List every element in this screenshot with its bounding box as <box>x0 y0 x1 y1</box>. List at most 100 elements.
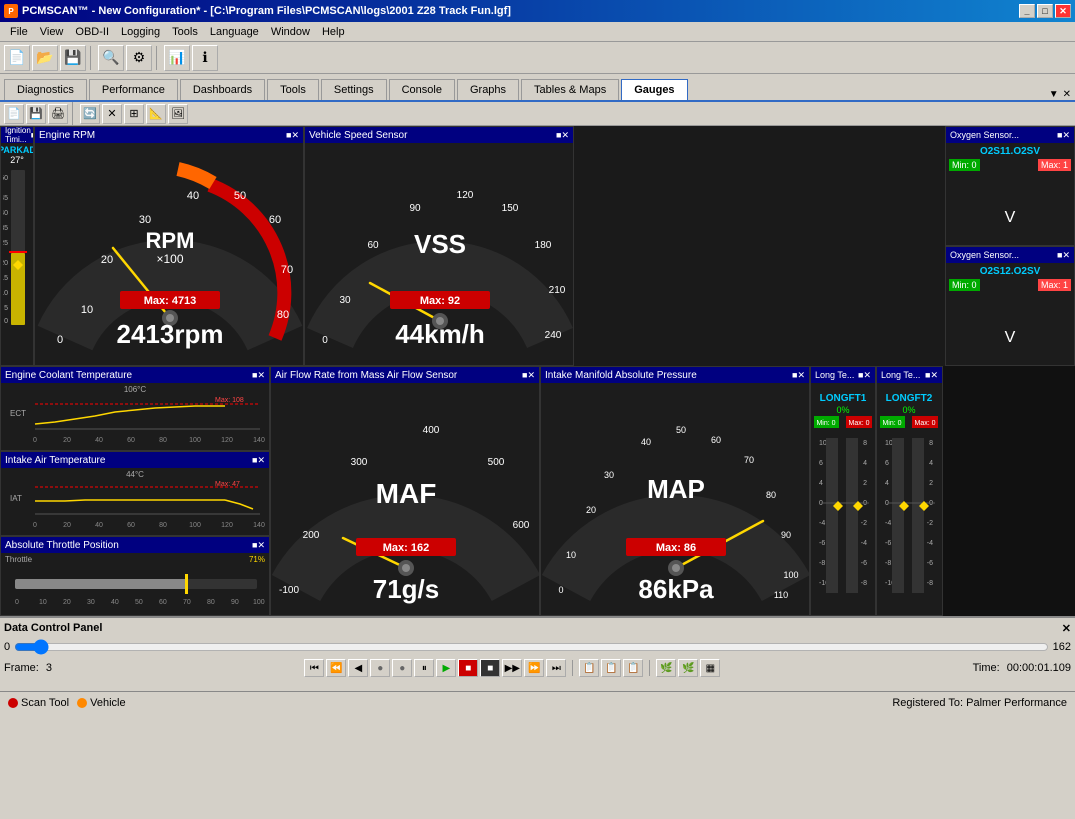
svg-text:110: 110 <box>774 590 788 600</box>
dcp-frame-label: Frame: <box>4 662 39 674</box>
btn-copy2[interactable]: 📋 <box>601 659 621 677</box>
titlebar-buttons: _ □ ✕ <box>1019 4 1071 18</box>
oxy2-max: Max: 1 <box>1038 279 1071 291</box>
menu-language[interactable]: Language <box>204 24 265 40</box>
tab-gauges[interactable]: Gauges <box>621 79 687 100</box>
btn-ffwd[interactable]: ⏩ <box>524 659 544 677</box>
sub-btn2[interactable]: 💾 <box>26 104 46 124</box>
oxy1-close[interactable]: ■✕ <box>1057 130 1070 141</box>
rpm-title: Engine RPM <box>39 130 95 141</box>
tab-settings[interactable]: Settings <box>321 79 387 100</box>
atp-close[interactable]: ■✕ <box>252 540 265 551</box>
iat-close[interactable]: ■✕ <box>252 455 265 466</box>
scan-button[interactable]: 🔍 <box>98 45 124 71</box>
btn-copy1[interactable]: 📋 <box>579 659 599 677</box>
dcp-slider[interactable] <box>14 639 1049 655</box>
oxy2-body: O2S12.O2SV Min: 0 Max: 1 V <box>946 263 1074 350</box>
dcp-min-label: 0 <box>4 641 10 653</box>
sub-btn7[interactable]: 📐 <box>146 104 166 124</box>
main-area: Ignition Timi... ■✕ SPARKADV 27° 50 45 4… <box>0 126 1075 616</box>
btn-dot2[interactable]: ● <box>392 659 412 677</box>
dcp-close[interactable]: ✕ <box>1062 622 1071 635</box>
svg-text:100: 100 <box>253 599 265 606</box>
tab-console[interactable]: Console <box>389 79 455 100</box>
tab-tables-maps[interactable]: Tables & Maps <box>521 79 619 100</box>
save-button[interactable]: 💾 <box>60 45 86 71</box>
iat-body: 44°C 0 20 40 60 80 100 120 140 <box>1 468 269 535</box>
btn-back[interactable]: ⏪ <box>326 659 346 677</box>
btn-dot1[interactable]: ● <box>370 659 390 677</box>
btn-tree1[interactable]: 🌿 <box>656 659 676 677</box>
btn-fwd[interactable]: ▶▶ <box>502 659 522 677</box>
new-button[interactable]: 📄 <box>4 45 30 71</box>
toolbar-sep2 <box>156 46 160 70</box>
menu-tools[interactable]: Tools <box>166 24 204 40</box>
ect-close[interactable]: ■✕ <box>252 370 265 381</box>
oxy1-unit: V <box>949 209 1071 227</box>
svg-text:-8: -8 <box>927 580 933 587</box>
menu-view[interactable]: View <box>34 24 70 40</box>
btn-copy3[interactable]: 📋 <box>623 659 643 677</box>
gauge-row1: Ignition Timi... ■✕ SPARKADV 27° 50 45 4… <box>0 126 1075 366</box>
tab-graphs[interactable]: Graphs <box>457 79 519 100</box>
rpm-close[interactable]: ■✕ <box>286 130 299 141</box>
tab-performance[interactable]: Performance <box>89 79 178 100</box>
sub-btn1[interactable]: 📄 <box>4 104 24 124</box>
oxy2-close[interactable]: ■✕ <box>1057 250 1070 261</box>
settings-button[interactable]: ⚙ <box>126 45 152 71</box>
svg-text:-2: -2 <box>861 520 867 527</box>
svg-text:MAP: MAP <box>647 474 705 504</box>
sub-btn4[interactable]: 🔄 <box>80 104 100 124</box>
close-button[interactable]: ✕ <box>1055 4 1071 18</box>
display-button[interactable]: 📊 <box>164 45 190 71</box>
btn-grid[interactable]: ▦ <box>700 659 720 677</box>
svg-text:2: 2 <box>863 480 867 487</box>
svg-text:45: 45 <box>3 195 8 202</box>
rpm-header: Engine RPM ■✕ <box>35 127 303 143</box>
minimize-button[interactable]: _ <box>1019 4 1035 18</box>
map-close[interactable]: ■✕ <box>792 370 805 381</box>
tab-diagnostics[interactable]: Diagnostics <box>4 79 87 100</box>
menu-logging[interactable]: Logging <box>115 24 166 40</box>
atp-title: Absolute Throttle Position <box>5 540 119 551</box>
menu-window[interactable]: Window <box>265 24 316 40</box>
tab-dashboards[interactable]: Dashboards <box>180 79 265 100</box>
vss-close[interactable]: ■✕ <box>556 130 569 141</box>
svg-text:80: 80 <box>766 490 776 500</box>
ect-body: 106°C 0 20 40 60 80 100 120 <box>1 383 269 450</box>
svg-text:30: 30 <box>139 214 151 226</box>
iat-graph-svg: 0 20 40 60 80 100 120 140 IAT <box>5 479 267 529</box>
titlebar-left: P PCMSCAN™ - New Configuration* - [C:\Pr… <box>4 4 511 18</box>
btn-stop[interactable]: ■ <box>480 659 500 677</box>
open-button[interactable]: 📂 <box>32 45 58 71</box>
maf-close[interactable]: ■✕ <box>522 370 535 381</box>
btn-play[interactable]: ▶ <box>436 659 456 677</box>
btn-prev[interactable]: ◀ <box>348 659 368 677</box>
tab-close[interactable]: ✕ <box>1063 89 1071 100</box>
btn-rewind[interactable]: ⏮ <box>304 659 324 677</box>
tab-tools[interactable]: Tools <box>267 79 319 100</box>
menu-obd[interactable]: OBD-II <box>69 24 115 40</box>
sub-btn3[interactable]: 🖨 <box>48 104 68 124</box>
tab-dropdown[interactable]: ▼ <box>1049 89 1059 100</box>
sub-btn8[interactable]: 🖼 <box>168 104 188 124</box>
btn-tree2[interactable]: 🌿 <box>678 659 698 677</box>
oxy2-value <box>949 297 1071 329</box>
svg-text:0: 0 <box>33 522 37 529</box>
btn-end[interactable]: ⏭ <box>546 659 566 677</box>
longft2-close[interactable]: ■✕ <box>925 370 938 381</box>
maximize-button[interactable]: □ <box>1037 4 1053 18</box>
longft1-close[interactable]: ■✕ <box>858 370 871 381</box>
svg-text:Max: 47: Max: 47 <box>215 481 240 488</box>
info-button[interactable]: ℹ <box>192 45 218 71</box>
menu-file[interactable]: File <box>4 24 34 40</box>
btn-record[interactable]: ■ <box>458 659 478 677</box>
sub-btn5[interactable]: ✕ <box>102 104 122 124</box>
btn-pause[interactable]: ⏸ <box>414 659 434 677</box>
svg-text:80: 80 <box>159 437 167 444</box>
spark-name: SPARKADV <box>0 145 34 155</box>
sub-btn6[interactable]: ⊞ <box>124 104 144 124</box>
oxy1-header: Oxygen Sensor... ■✕ <box>946 127 1074 143</box>
svg-text:-2: -2 <box>927 520 933 527</box>
menu-help[interactable]: Help <box>316 24 351 40</box>
